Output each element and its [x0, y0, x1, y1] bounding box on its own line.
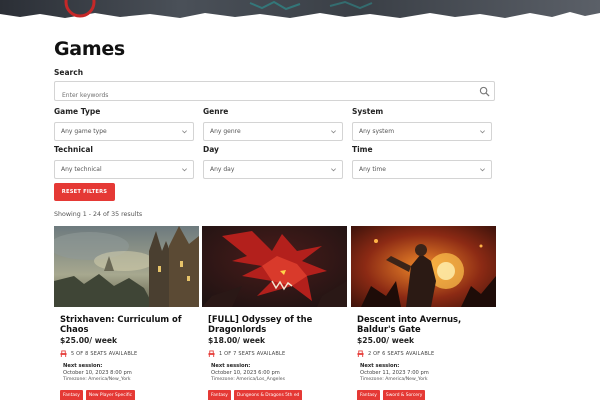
tag[interactable]: Dungeons & Dragons 5th ed: [233, 390, 303, 400]
seats-text: 2 OF 6 SEATS AVAILABLE: [368, 350, 435, 357]
filter-label: Genre: [203, 107, 229, 116]
session-timezone: Timezone: America/New_York: [360, 377, 428, 382]
day-select[interactable]: Any day: [203, 160, 343, 179]
seats-info: 2 OF 6 SEATS AVAILABLE: [351, 350, 496, 357]
session-timezone: Timezone: America/Los_Angeles: [211, 377, 285, 382]
time-select[interactable]: Any time: [352, 160, 492, 179]
tag-list: Fantasy New Player Specific: [54, 390, 199, 400]
next-session-label: Next session:: [211, 363, 251, 369]
session-date: October 10, 2023 6:00 pm: [211, 370, 280, 376]
chair-icon: [357, 350, 364, 357]
filter-genre: Genre Any genre: [203, 107, 343, 141]
page-title: Games: [54, 38, 125, 60]
chevron-down-icon: [182, 168, 187, 172]
game-price: $25.00/ week: [60, 336, 118, 345]
header-banner: [0, 0, 600, 20]
reset-filters-button[interactable]: RESET FILTERS: [54, 183, 115, 201]
tag[interactable]: New Player Specific: [85, 390, 136, 400]
seats-text: 1 OF 7 SEATS AVAILABLE: [219, 350, 286, 357]
results-count: Showing 1 - 24 of 35 results: [54, 211, 143, 218]
select-value: Any technical: [61, 166, 102, 173]
tag-list: Fantasy Sword & Sorcery: [351, 390, 496, 400]
search-input[interactable]: [55, 86, 465, 105]
tag[interactable]: Fantasy: [208, 390, 231, 400]
select-value: Any time: [359, 166, 386, 173]
game-price: $25.00/ week: [357, 336, 415, 345]
search-label: Search: [54, 68, 84, 77]
game-image[interactable]: [202, 226, 347, 307]
chair-icon: [208, 350, 215, 357]
system-select[interactable]: Any system: [352, 122, 492, 141]
seats-info: 1 OF 7 SEATS AVAILABLE: [202, 350, 347, 357]
next-session-label: Next session:: [360, 363, 400, 369]
chair-icon: [60, 350, 67, 357]
game-image[interactable]: [351, 226, 496, 307]
filter-label: Game Type: [54, 107, 101, 116]
filter-label: Technical: [54, 145, 93, 154]
tag[interactable]: Sword & Sorcery: [382, 390, 426, 400]
game-price: $18.00/ week: [208, 336, 266, 345]
chevron-down-icon: [331, 130, 336, 134]
chevron-down-icon: [480, 168, 485, 172]
game-card[interactable]: [FULL] Odyssey of the Dragonlords $18.00…: [202, 226, 347, 400]
game-title[interactable]: Descent into Avernus, Baldur's Gate: [351, 314, 491, 334]
session-timezone: Timezone: America/New_York: [63, 377, 131, 382]
session-date: October 11, 2023 7:00 pm: [360, 370, 429, 376]
chevron-down-icon: [331, 168, 336, 172]
select-value: Any genre: [210, 128, 241, 135]
select-value: Any day: [210, 166, 235, 173]
chevron-down-icon: [480, 130, 485, 134]
genre-select[interactable]: Any genre: [203, 122, 343, 141]
filter-label: Time: [352, 145, 373, 154]
game-title[interactable]: [FULL] Odyssey of the Dragonlords: [202, 314, 342, 334]
game-card[interactable]: Descent into Avernus, Baldur's Gate $25.…: [351, 226, 496, 400]
filter-technical: Technical Any technical: [54, 145, 194, 179]
game-type-select[interactable]: Any game type: [54, 122, 194, 141]
next-session-label: Next session:: [63, 363, 103, 369]
session-date: October 10, 2023 8:00 pm: [63, 370, 132, 376]
tag-list: Fantasy Dungeons & Dragons 5th ed: [202, 390, 347, 400]
technical-select[interactable]: Any technical: [54, 160, 194, 179]
chevron-down-icon: [182, 130, 187, 134]
search-icon[interactable]: [479, 86, 490, 97]
game-title[interactable]: Strixhaven: Curriculum of Chaos: [54, 314, 194, 334]
search-field[interactable]: [54, 81, 495, 105]
seats-info: 5 OF 8 SEATS AVAILABLE: [54, 350, 199, 357]
main-content: Games Search Game Type Any game type Gen…: [54, 38, 496, 400]
filter-label: System: [352, 107, 384, 116]
tag[interactable]: Fantasy: [60, 390, 83, 400]
filter-system: System Any system: [352, 107, 492, 141]
filter-game-type: Game Type Any game type: [54, 107, 194, 141]
seats-text: 5 OF 8 SEATS AVAILABLE: [71, 350, 138, 357]
game-card[interactable]: Strixhaven: Curriculum of Chaos $25.00/ …: [54, 226, 199, 400]
select-value: Any system: [359, 128, 395, 135]
select-value: Any game type: [61, 128, 107, 135]
filter-time: Time Any time: [352, 145, 492, 179]
game-image[interactable]: [54, 226, 199, 307]
filter-label: Day: [203, 145, 219, 154]
filter-day: Day Any day: [203, 145, 343, 179]
tag[interactable]: Fantasy: [357, 390, 380, 400]
